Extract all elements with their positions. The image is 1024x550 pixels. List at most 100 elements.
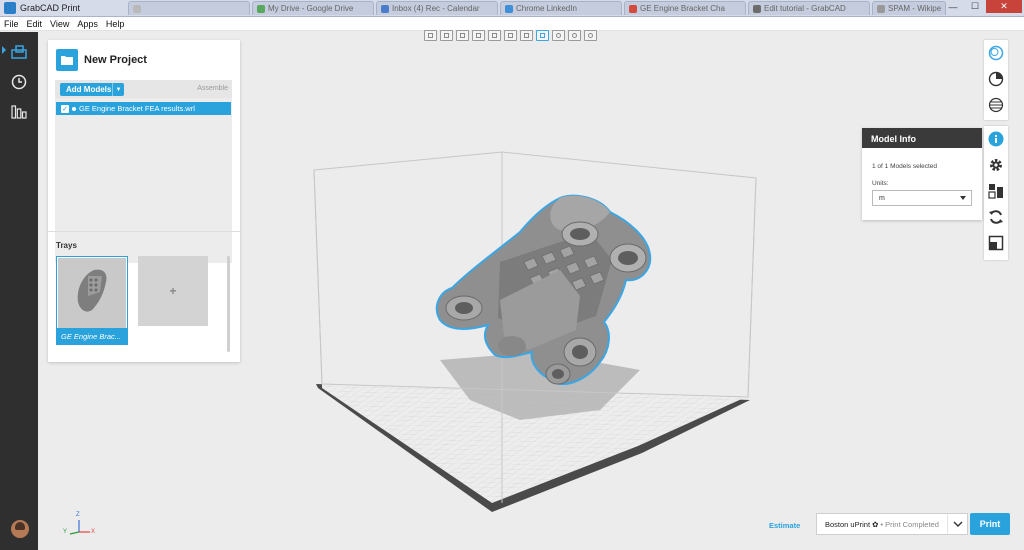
view-button-active[interactable]: [536, 30, 549, 41]
view-button[interactable]: [488, 30, 501, 41]
view-button[interactable]: [472, 30, 485, 41]
assemble-button[interactable]: Assemble: [197, 85, 228, 92]
model-checkbox[interactable]: ✓: [61, 104, 69, 113]
chevron-down-icon[interactable]: [947, 514, 967, 534]
scale-button[interactable]: [988, 235, 1004, 251]
print-progress-button[interactable]: [988, 71, 1004, 87]
add-models-button[interactable]: Add Models ▼: [60, 83, 124, 96]
tab-favicon-icon: [877, 4, 885, 13]
view-button[interactable]: [568, 30, 581, 41]
tab-favicon-icon: [505, 4, 513, 13]
tab-label: My Drive - Google Drive: [268, 4, 354, 13]
tray-label: GE Engine Brac...: [57, 328, 127, 344]
print-progress-icon: [988, 71, 1004, 87]
axis-y-label: Y: [63, 529, 68, 535]
units-value: m: [879, 194, 885, 202]
browser-tab[interactable]: SPAM - Wikipedia: [872, 1, 946, 15]
tray-card[interactable]: GE Engine Brac...: [56, 256, 128, 345]
view-button[interactable]: [520, 30, 533, 41]
print-button[interactable]: Print: [970, 513, 1010, 535]
model-color-dot-icon: [72, 106, 76, 111]
browser-tab[interactable]: My Drive - Google Drive: [252, 1, 374, 15]
view-button[interactable]: [552, 30, 565, 41]
tab-favicon-icon: [381, 4, 389, 13]
browser-tab[interactable]: [128, 1, 250, 15]
minimize-button[interactable]: —: [942, 0, 964, 13]
tab-favicon-icon: [629, 4, 637, 13]
units-dropdown[interactable]: m: [872, 190, 972, 206]
sidebar-item-history[interactable]: [9, 72, 29, 92]
list-item[interactable]: ✓ GE Engine Bracket FEA results.wrl: [56, 102, 231, 115]
model-info-button[interactable]: [988, 131, 1004, 147]
browser-tab[interactable]: Inbox (4) Rec - Calendar: [376, 1, 498, 15]
tab-label: Inbox (4) Rec - Calendar: [392, 4, 480, 13]
view-cube-icon: [428, 33, 433, 38]
view-button[interactable]: [584, 30, 597, 41]
tab-label: Chrome LinkedIn: [516, 4, 577, 13]
sidebar-item-project[interactable]: [9, 42, 29, 62]
view-cube-icon: [460, 33, 465, 38]
menu-edit[interactable]: Edit: [23, 19, 47, 29]
tab-label: SPAM - Wikipedia: [888, 4, 941, 13]
view-mode-button[interactable]: [988, 45, 1004, 61]
scale-icon: [988, 235, 1004, 251]
axis-z-label: Z: [76, 512, 80, 518]
tab-label: Edit tutorial - GrabCAD: [764, 4, 846, 13]
view-toolbar: [424, 30, 597, 42]
printer-selector[interactable]: Boston uPrint ✿ • Print Completed: [816, 513, 968, 535]
maximize-button[interactable]: ☐: [964, 0, 986, 13]
tray-thumbnail: [58, 258, 126, 328]
slice-layers-button[interactable]: [988, 97, 1004, 113]
info-icon: [988, 131, 1004, 147]
view-button[interactable]: [440, 30, 453, 41]
window-title-bar: GrabCAD Print My Drive - Google Drive In…: [0, 0, 1024, 17]
trays-scrollbar[interactable]: [227, 256, 230, 352]
menu-file[interactable]: File: [0, 19, 23, 29]
left-rail: [0, 32, 38, 550]
view-button[interactable]: [456, 30, 469, 41]
rotate-button[interactable]: [988, 209, 1004, 225]
browser-tab[interactable]: GE Engine Bracket Cha: [624, 1, 746, 15]
slice-layers-icon: [988, 97, 1004, 113]
close-button[interactable]: ✕: [986, 0, 1022, 13]
model-info-title: Model Info: [862, 128, 982, 148]
axis-x-label: X: [91, 529, 96, 535]
view-cube-icon: [540, 33, 545, 38]
units-label: Units:: [872, 180, 889, 187]
view-button[interactable]: [424, 30, 437, 41]
models-toolbar: Add Models ▼ Assemble: [55, 80, 232, 98]
printer-name: Boston uPrint ✿: [825, 519, 879, 529]
chevron-down-icon[interactable]: ▼: [112, 83, 124, 96]
printers-bars-icon: [11, 105, 27, 119]
right-toolbar-top: [984, 40, 1008, 120]
arrange-icon: [988, 184, 1003, 199]
menu-apps[interactable]: Apps: [73, 19, 102, 29]
rotate-icon: [989, 210, 1003, 224]
history-clock-icon: [11, 74, 27, 90]
menu-view[interactable]: View: [46, 19, 73, 29]
view-cube-icon: [492, 33, 497, 38]
model-name: GE Engine Bracket FEA results.wrl: [79, 104, 195, 113]
engine-bracket-model[interactable]: [435, 194, 652, 386]
add-tray-button[interactable]: +: [138, 256, 208, 326]
view-cube-icon: [476, 33, 481, 38]
window-title: GrabCAD Print: [20, 3, 81, 13]
settings-button[interactable]: [988, 157, 1004, 173]
tab-favicon-icon: [133, 4, 141, 13]
browser-tab[interactable]: Edit tutorial - GrabCAD: [748, 1, 870, 15]
estimate-link[interactable]: Estimate: [769, 521, 800, 530]
view-button[interactable]: [504, 30, 517, 41]
axis-triad: [69, 520, 90, 535]
menu-help[interactable]: Help: [102, 19, 129, 29]
project-title[interactable]: New Project: [84, 54, 147, 66]
right-toolbar-bottom: [984, 126, 1008, 260]
sidebar-item-printers[interactable]: [9, 102, 29, 122]
printer-status: • Print Completed: [880, 519, 939, 529]
user-avatar[interactable]: [11, 520, 29, 538]
settings-gear-icon: [990, 159, 1002, 171]
browser-tab[interactable]: Chrome LinkedIn: [500, 1, 622, 15]
project-folder-icon: [56, 49, 78, 71]
arrange-button[interactable]: [988, 183, 1004, 199]
menu-bar: File Edit View Apps Help: [0, 17, 1024, 31]
add-models-label: Add Models: [66, 85, 112, 94]
